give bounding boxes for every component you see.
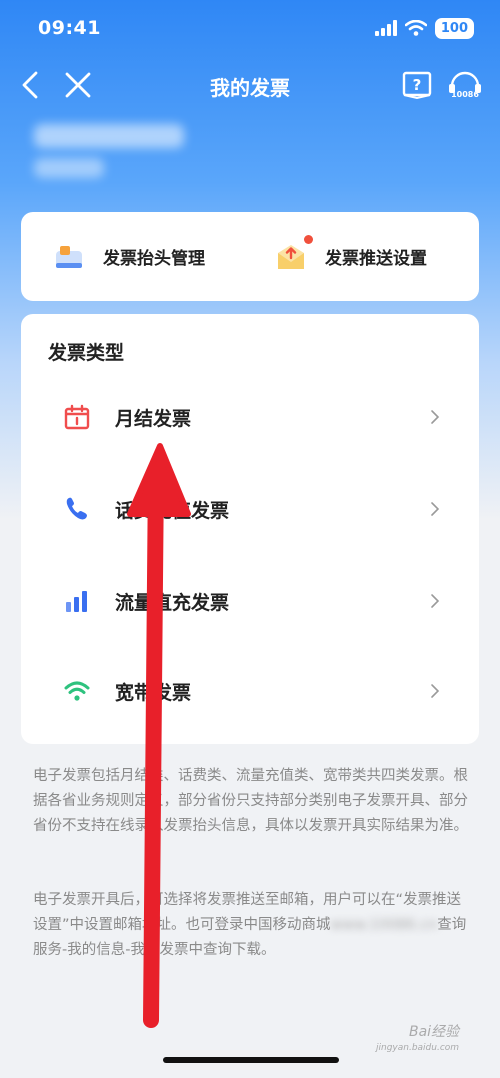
invoice-push-note: 电子发票开具后，可选择将发票推送至邮箱，用户可以在“发票推送设置”中设置邮箱地址… [33, 888, 473, 963]
chevron-right-icon [431, 684, 440, 698]
status-icons: 100 [374, 17, 474, 39]
watermark: Bai经验 jingyan.baidu.com [376, 1024, 459, 1056]
chevron-right-icon [431, 594, 440, 608]
wifi-icon [64, 681, 90, 701]
watermark-main: Bai经验 [408, 1024, 460, 1040]
wifi-status-icon [404, 20, 427, 36]
invoice-type-broadband[interactable]: 宽带发票 [21, 656, 479, 726]
invoice-type-note: 电子发票包括月结类、话费类、流量充值类、宽带类共四类发票。根据各省业务规则定义，… [33, 768, 468, 834]
chevron-right-icon [431, 502, 440, 516]
invoice-header-management-label: 发票抬头管理 [103, 249, 205, 269]
invoice-push-settings-label: 发票推送设置 [325, 249, 427, 269]
invoice-type-phone-recharge[interactable]: 话费充值发票 [21, 474, 479, 544]
invoice-types-card: 发票类型 月结发票 话费充值发票 流量直充发票 宽带发票 [21, 314, 479, 744]
battery-indicator: 100 [434, 17, 474, 39]
phone-icon [66, 497, 87, 520]
cellular-signal-icon [374, 20, 397, 36]
nav-bar: 我的发票 ? 10086 [0, 60, 500, 110]
chevron-right-icon [431, 410, 440, 424]
calendar-icon [64, 404, 90, 430]
invoice-type-monthly[interactable]: 月结发票 [21, 382, 479, 452]
invoice-header-management-button[interactable]: 发票抬头管理 [53, 212, 205, 301]
mall-url-blurred: www.10086.cn [330, 917, 438, 933]
envelope-push-icon-wrap [275, 234, 313, 273]
invoice-type-monthly-label: 月结发票 [115, 407, 192, 430]
status-time: 09:41 [38, 17, 101, 39]
account-number-blurred [34, 158, 104, 178]
back-arrow-icon[interactable] [16, 68, 46, 102]
invoice-type-phone-recharge-label: 话费充值发票 [115, 499, 230, 522]
invoice-types-title: 发票类型 [48, 342, 125, 364]
status-bar: 09:41 100 [0, 0, 500, 56]
quick-actions-card: 发票抬头管理 发票推送设置 [21, 212, 479, 301]
help-book-icon[interactable]: ? [402, 70, 432, 100]
invoice-push-settings-button[interactable]: 发票推送设置 [275, 212, 427, 301]
bar-chart-icon [66, 591, 87, 612]
svg-text:?: ? [413, 76, 422, 94]
invoice-type-broadband-label: 宽带发票 [115, 681, 192, 704]
customer-service-icon[interactable]: 10086 [446, 66, 484, 104]
notification-dot [304, 234, 313, 244]
service-number-label: 10086 [451, 90, 479, 99]
close-icon[interactable] [62, 68, 94, 102]
account-name-blurred [34, 124, 184, 148]
invoice-type-data-topup[interactable]: 流量直充发票 [21, 566, 479, 636]
watermark-sub: jingyan.baidu.com [376, 1043, 460, 1053]
home-indicator[interactable] [163, 1057, 339, 1063]
invoice-header-icon [56, 245, 82, 268]
envelope-push-icon [278, 244, 304, 269]
invoice-type-data-topup-label: 流量直充发票 [115, 591, 230, 614]
